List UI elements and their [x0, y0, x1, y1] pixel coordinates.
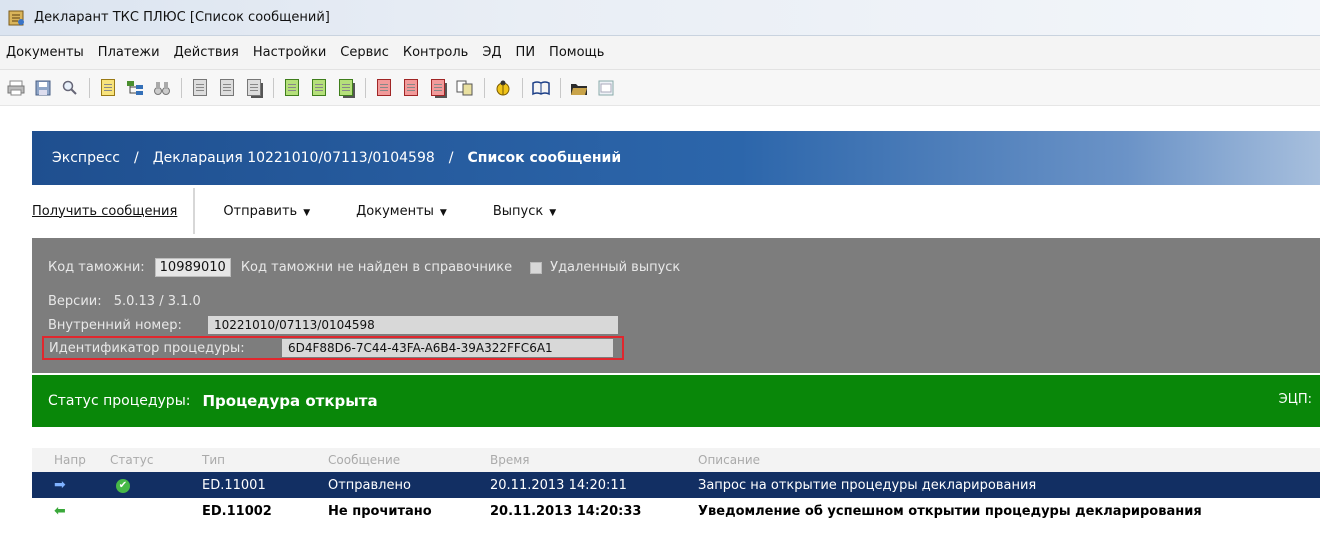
remote-release-label: Удаленный выпуск — [550, 260, 681, 275]
binoculars-icon[interactable] — [152, 78, 172, 98]
new-doc-icon[interactable] — [98, 78, 118, 98]
chevron-down-icon: ▼ — [303, 207, 311, 218]
menu-actions[interactable]: Действия — [174, 45, 239, 60]
breadcrumb-item-declaration[interactable]: Декларация 10221010/07113/0104598 — [153, 150, 435, 166]
breadcrumb-separator: / — [133, 150, 139, 166]
column-header-message[interactable]: Сообщение — [314, 453, 476, 467]
toolbar-separator — [181, 77, 182, 98]
doc-icon[interactable] — [190, 78, 210, 98]
window-icon[interactable] — [596, 78, 616, 98]
book-icon[interactable] — [531, 78, 551, 98]
internal-number-row: Внутренний номер: 10221010/07113/0104598 — [48, 316, 618, 334]
menu-pi[interactable]: ПИ — [516, 45, 536, 60]
table-row[interactable]: ⬅ ED.11002 Не прочитано 20.11.2013 14:20… — [32, 498, 1320, 524]
send-label: Отправить — [223, 203, 298, 219]
table-header: Напр Статус Тип Сообщение Время Описание — [32, 448, 1320, 472]
green-doc-icon[interactable] — [282, 78, 302, 98]
red-doc-icon[interactable] — [401, 78, 421, 98]
column-header-status[interactable]: Статус — [94, 453, 188, 467]
procedure-status-label: Статус процедуры: — [48, 393, 191, 409]
chevron-down-icon: ▼ — [549, 207, 557, 218]
action-bar: Получить сообщения Отправить ▼ Документы ▼… — [32, 188, 1320, 234]
send-dropdown[interactable]: Отправить ▼ — [223, 204, 310, 219]
status-ok-icon: ✔ — [94, 477, 188, 493]
release-dropdown[interactable]: Выпуск ▼ — [493, 204, 556, 219]
title-bar: Декларант ТКС ПЛЮС [Список сообщений] — [0, 0, 1320, 36]
versions-label: Версии: — [48, 294, 102, 309]
toolbar-separator — [522, 77, 523, 98]
tree-icon[interactable] — [125, 78, 145, 98]
messages-table: Напр Статус Тип Сообщение Время Описание… — [32, 448, 1320, 524]
ecp-label: ЭЦП: — [1278, 392, 1312, 407]
chevron-down-icon: ▼ — [439, 207, 447, 218]
row-time: 20.11.2013 14:20:11 — [490, 477, 627, 493]
breadcrumb-item-express[interactable]: Экспресс — [52, 150, 120, 166]
procedure-status-bar: Статус процедуры: Процедура открыта ЭЦП: — [32, 375, 1320, 427]
toolbar-separator — [273, 77, 274, 98]
documents-dropdown[interactable]: Документы ▼ — [356, 204, 447, 219]
row-time: 20.11.2013 14:20:33 — [490, 503, 642, 519]
column-header-description[interactable]: Описание — [688, 453, 1320, 467]
page-title: Список сообщений — [467, 150, 622, 166]
menu-bar: Документы Платежи Действия Настройки Сер… — [0, 36, 1320, 70]
red-docs-icon[interactable] — [428, 78, 448, 98]
procedure-status-value: Процедура открыта — [202, 392, 378, 410]
declaration-info-panel: Код таможни: 10989010 Код таможни не най… — [32, 238, 1320, 373]
customs-code-note: Код таможни не найден в справочнике — [240, 260, 513, 275]
get-messages-link[interactable]: Получить сообщения — [32, 188, 196, 234]
breadcrumb: Экспресс / Декларация 10221010/07113/010… — [32, 131, 1320, 185]
internal-number-label: Внутренний номер: — [48, 317, 182, 333]
docs-icon[interactable] — [244, 78, 264, 98]
print-icon[interactable] — [6, 78, 26, 98]
row-description: Запрос на открытие процедуры декларирова… — [698, 477, 1037, 493]
documents-label: Документы — [356, 203, 434, 219]
customs-code-field[interactable]: 10989010 — [154, 258, 231, 277]
procedure-id-field[interactable]: 6D4F88D6-7C44-43FA-A6B4-39A322FFC6A1 — [282, 339, 613, 357]
column-header-direction[interactable]: Напр — [32, 453, 94, 467]
breadcrumb-separator: / — [448, 150, 454, 166]
green-doc-icon[interactable] — [309, 78, 329, 98]
procedure-id-label: Идентификатор процедуры: — [49, 340, 245, 356]
green-docs-icon[interactable] — [336, 78, 356, 98]
save-icon[interactable] — [33, 78, 53, 98]
row-message: Не прочитано — [328, 503, 432, 519]
window-title: Декларант ТКС ПЛЮС [Список сообщений] — [34, 10, 330, 25]
menu-ed[interactable]: ЭД — [482, 45, 501, 60]
column-header-time[interactable]: Время — [476, 453, 688, 467]
table-row[interactable]: ➡ ✔ ED.11001 Отправлено 20.11.2013 14:20… — [32, 472, 1320, 498]
doc-icon[interactable] — [217, 78, 237, 98]
row-description: Уведомление об успешном открытии процеду… — [698, 503, 1202, 519]
row-type: ED.11002 — [202, 503, 272, 519]
toolbar — [0, 70, 1320, 106]
release-label: Выпуск — [492, 203, 544, 219]
scarab-icon[interactable] — [493, 78, 513, 98]
row-message: Отправлено — [328, 477, 411, 493]
outgoing-arrow-icon: ➡ — [54, 477, 66, 493]
column-header-type[interactable]: Тип — [188, 453, 314, 467]
incoming-arrow-icon: ⬅ — [54, 503, 66, 519]
toolbar-separator — [365, 77, 366, 98]
copy-icon[interactable] — [455, 78, 475, 98]
remote-release-checkbox[interactable] — [530, 261, 543, 274]
toolbar-separator — [484, 77, 485, 98]
menu-documents[interactable]: Документы — [6, 45, 84, 60]
customs-code-label: Код таможни: — [48, 260, 145, 275]
toolbar-separator — [560, 77, 561, 98]
menu-service[interactable]: Сервис — [340, 45, 389, 60]
toolbar-separator — [89, 77, 90, 98]
versions-value: 5.0.13 / 3.1.0 — [113, 294, 201, 309]
menu-control[interactable]: Контроль — [403, 45, 468, 60]
app-icon — [8, 9, 26, 27]
menu-payments[interactable]: Платежи — [98, 45, 160, 60]
menu-settings[interactable]: Настройки — [253, 45, 326, 60]
zoom-icon[interactable] — [60, 78, 80, 98]
menu-help[interactable]: Помощь — [549, 45, 604, 60]
procedure-id-highlight: Идентификатор процедуры: 6D4F88D6-7C44-4… — [42, 336, 624, 360]
row-type: ED.11001 — [202, 477, 266, 493]
versions-row: Версии: 5.0.13 / 3.1.0 — [48, 294, 201, 309]
folder-icon[interactable] — [569, 78, 589, 98]
red-doc-icon[interactable] — [374, 78, 394, 98]
customs-code-row: Код таможни: 10989010 Код таможни не най… — [48, 258, 680, 277]
internal-number-field[interactable]: 10221010/07113/0104598 — [208, 316, 618, 334]
